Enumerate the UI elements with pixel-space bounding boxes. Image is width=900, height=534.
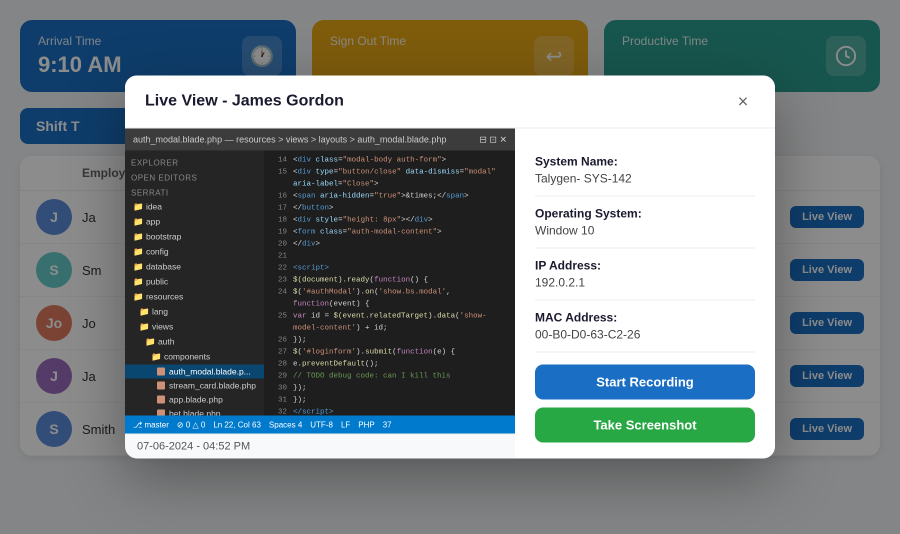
sidebar-folder-idea[interactable]: 📁 idea	[125, 200, 264, 215]
code-line: 29 // TODO debug code: can I kill this	[269, 371, 511, 383]
code-line: 32</script>	[269, 407, 511, 416]
system-info-panel: System Name: Talygen- SYS-142 Operating …	[515, 129, 775, 459]
sidebar-folder-config[interactable]: 📁 config	[125, 245, 264, 260]
code-line: 17 </button>	[269, 203, 511, 215]
sidebar-section-layouts: SERRATI	[125, 185, 264, 200]
code-line: 25 var id = $(event.relatedTarget).data(…	[269, 311, 511, 335]
statusbar-eol: LF	[341, 420, 350, 429]
code-line: 27 $('#loginform').submit(function(e) {	[269, 347, 511, 359]
sidebar-folder-lang[interactable]: 📁 lang	[125, 305, 264, 320]
take-screenshot-button[interactable]: Take Screenshot	[535, 408, 755, 443]
sidebar-section-label: EXPLORER	[125, 155, 264, 170]
vscode-statusbar: ⎇ master ⊘ 0 △ 0 Ln 22, Col 63 Spaces 4 …	[125, 416, 515, 434]
os-row: Operating System: Window 10	[535, 197, 755, 249]
statusbar-errors: ⊘ 0 △ 0	[177, 420, 205, 429]
ip-row: IP Address: 192.0.2.1	[535, 249, 755, 301]
system-name-label: System Name:	[535, 155, 755, 169]
code-line: 20</div>	[269, 239, 511, 251]
ip-value: 192.0.2.1	[535, 276, 755, 290]
system-name-value: Talygen- SYS-142	[535, 172, 755, 186]
sidebar-folder-database[interactable]: 📁 database	[125, 260, 264, 275]
code-line: 23 $(document).ready(function() {	[269, 275, 511, 287]
live-view-modal: Live View - James Gordon × auth_modal.bl…	[125, 76, 775, 459]
system-name-row: System Name: Talygen- SYS-142	[535, 145, 755, 197]
sidebar-folder-views[interactable]: 📁 views	[125, 320, 264, 335]
sidebar-folder-resources[interactable]: 📁 resources	[125, 290, 264, 305]
mac-value: 00-B0-D0-63-C2-26	[535, 328, 755, 342]
code-line: 24 $('#authModal').on('show.bs.modal', f…	[269, 287, 511, 311]
vscode-screenshot: auth_modal.blade.php — resources > views…	[125, 129, 515, 434]
modal-body: auth_modal.blade.php — resources > views…	[125, 129, 775, 459]
sidebar-folder-auth[interactable]: 📁 auth	[125, 335, 264, 350]
code-line: 21	[269, 251, 511, 263]
modal-header: Live View - James Gordon ×	[125, 76, 775, 129]
sidebar-folder-components[interactable]: 📁 components	[125, 350, 264, 365]
vscode-editor: 14<div class="modal-body auth-form"> 15 …	[265, 151, 515, 416]
start-recording-button[interactable]: Start Recording	[535, 365, 755, 400]
mac-row: MAC Address: 00-B0-D0-63-C2-26	[535, 301, 755, 353]
statusbar-lang: PHP	[358, 420, 374, 429]
code-line: 14<div class="modal-body auth-form">	[269, 155, 511, 167]
code-line: 30 });	[269, 383, 511, 395]
screenshot-panel: auth_modal.blade.php — resources > views…	[125, 129, 515, 459]
sidebar-file-auth-modal[interactable]: auth_modal.blade.p...	[125, 365, 264, 379]
mac-label: MAC Address:	[535, 311, 755, 325]
code-line: 28 e.preventDefault();	[269, 359, 511, 371]
sidebar-file-app[interactable]: app.blade.php	[125, 393, 264, 407]
code-line: 26 });	[269, 335, 511, 347]
modal-title: Live View - James Gordon	[145, 93, 344, 111]
code-line: 18 <div style="height: 8px"></div>	[269, 215, 511, 227]
code-line: 16 <span aria-hidden="true">&times;</spa…	[269, 191, 511, 203]
code-line: 19 <form class="auth-modal-content">	[269, 227, 511, 239]
statusbar-position: Ln 22, Col 63	[213, 420, 261, 429]
sidebar-file-stream-card[interactable]: stream_card.blade.php	[125, 379, 264, 393]
code-line: 31 });	[269, 395, 511, 407]
code-line: 15 <div type="button/close" data-dismiss…	[269, 167, 511, 191]
sidebar-folder-app[interactable]: 📁 app	[125, 215, 264, 230]
vscode-titlebar: auth_modal.blade.php — resources > views…	[125, 129, 515, 151]
sidebar-file-bet[interactable]: bet.blade.php	[125, 407, 264, 416]
os-value: Window 10	[535, 224, 755, 238]
action-buttons: Start Recording Take Screenshot	[535, 355, 755, 443]
sidebar-section-open-editors: OPEN EDITORS	[125, 170, 264, 185]
statusbar-encoding: UTF-8	[310, 420, 333, 429]
screenshot-timestamp: 07-06-2024 - 04:52 PM	[125, 434, 515, 459]
vscode-inner: EXPLORER OPEN EDITORS SERRATI 📁 idea 📁 a…	[125, 151, 515, 416]
vscode-sidebar: EXPLORER OPEN EDITORS SERRATI 📁 idea 📁 a…	[125, 151, 265, 416]
modal-close-button[interactable]: ×	[731, 90, 755, 114]
statusbar-branch: ⎇ master	[133, 420, 169, 429]
ip-label: IP Address:	[535, 259, 755, 273]
statusbar-spaces: Spaces 4	[269, 420, 302, 429]
code-line: 22<script>	[269, 263, 511, 275]
statusbar-extra: 37	[383, 420, 392, 429]
os-label: Operating System:	[535, 207, 755, 221]
sidebar-folder-public[interactable]: 📁 public	[125, 275, 264, 290]
sidebar-folder-bootstrap[interactable]: 📁 bootstrap	[125, 230, 264, 245]
